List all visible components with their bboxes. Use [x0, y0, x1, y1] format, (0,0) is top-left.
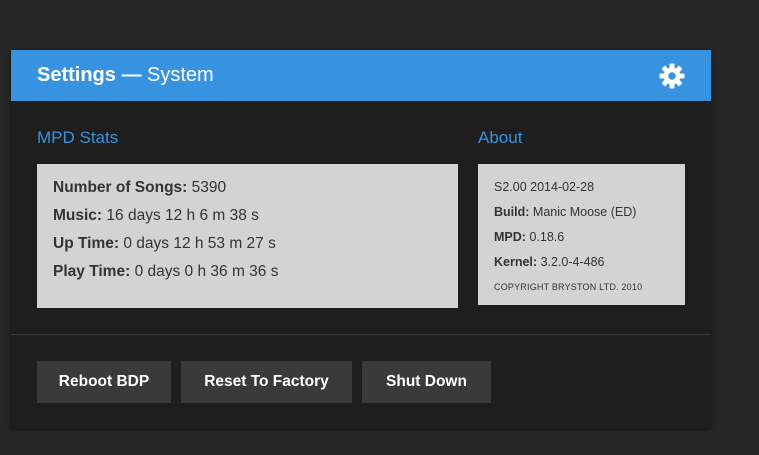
stat-value: 0 days 0 h 36 m 36 s — [134, 263, 279, 280]
about-mpd-label: MPD: — [494, 230, 526, 244]
title-subsection: System — [147, 64, 214, 86]
about-build: Build: Manic Moose (ED) — [494, 203, 642, 228]
stat-music: Music: 16 days 12 h 6 m 38 s — [53, 206, 278, 234]
stat-label: Play Time: — [53, 263, 131, 280]
page-title: Settings — System — [37, 64, 214, 87]
stat-play-time: Play Time: 0 days 0 h 36 m 36 s — [53, 262, 278, 290]
about-list: S2.00 2014-02-28 Build: Manic Moose (ED)… — [494, 178, 642, 303]
stat-value: 16 days 12 h 6 m 38 s — [106, 207, 259, 224]
mpd-stats-list: Number of Songs: 5390 Music: 16 days 12 … — [53, 178, 278, 290]
about-copyright: COPYRIGHT BRYSTON LTD. 2010 — [494, 282, 643, 292]
stat-up-time: Up Time: 0 days 12 h 53 m 27 s — [53, 234, 278, 262]
stat-label: Number of Songs: — [53, 179, 188, 196]
stat-number-of-songs: Number of Songs: 5390 — [53, 178, 278, 206]
mpd-stats-heading: MPD Stats — [37, 128, 119, 147]
about-version: S2.00 2014-02-28 — [494, 180, 595, 194]
stat-value: 0 days 12 h 53 m 27 s — [123, 235, 276, 252]
about-box: S2.00 2014-02-28 Build: Manic Moose (ED)… — [478, 164, 685, 305]
about-build-value: Manic Moose (ED) — [532, 205, 637, 219]
about-kernel: Kernel: 3.2.0-4-486 — [494, 253, 642, 278]
about-mpd-value: 0.18.6 — [529, 230, 565, 244]
stat-label: Up Time: — [53, 235, 120, 252]
about-heading: About — [478, 128, 523, 147]
settings-panel: Settings — System MPD Stats About Number… — [11, 50, 711, 429]
reboot-button[interactable]: Reboot BDP — [37, 361, 171, 403]
panel-header: Settings — System — [11, 50, 711, 101]
about-kernel-label: Kernel: — [494, 255, 538, 269]
stat-label: Music: — [53, 207, 103, 224]
about-kernel-value: 3.2.0-4-486 — [540, 255, 605, 269]
stat-value: 5390 — [191, 179, 227, 196]
about-build-label: Build: — [494, 205, 530, 219]
mpd-stats-box: Number of Songs: 5390 Music: 16 days 12 … — [37, 164, 458, 308]
title-section: Settings — — [37, 64, 142, 86]
about-mpd: MPD: 0.18.6 — [494, 228, 642, 253]
shut-down-button[interactable]: Shut Down — [362, 361, 491, 403]
gear-icon[interactable] — [659, 63, 685, 89]
reset-to-factory-button[interactable]: Reset To Factory — [181, 361, 352, 403]
section-divider — [11, 334, 711, 335]
